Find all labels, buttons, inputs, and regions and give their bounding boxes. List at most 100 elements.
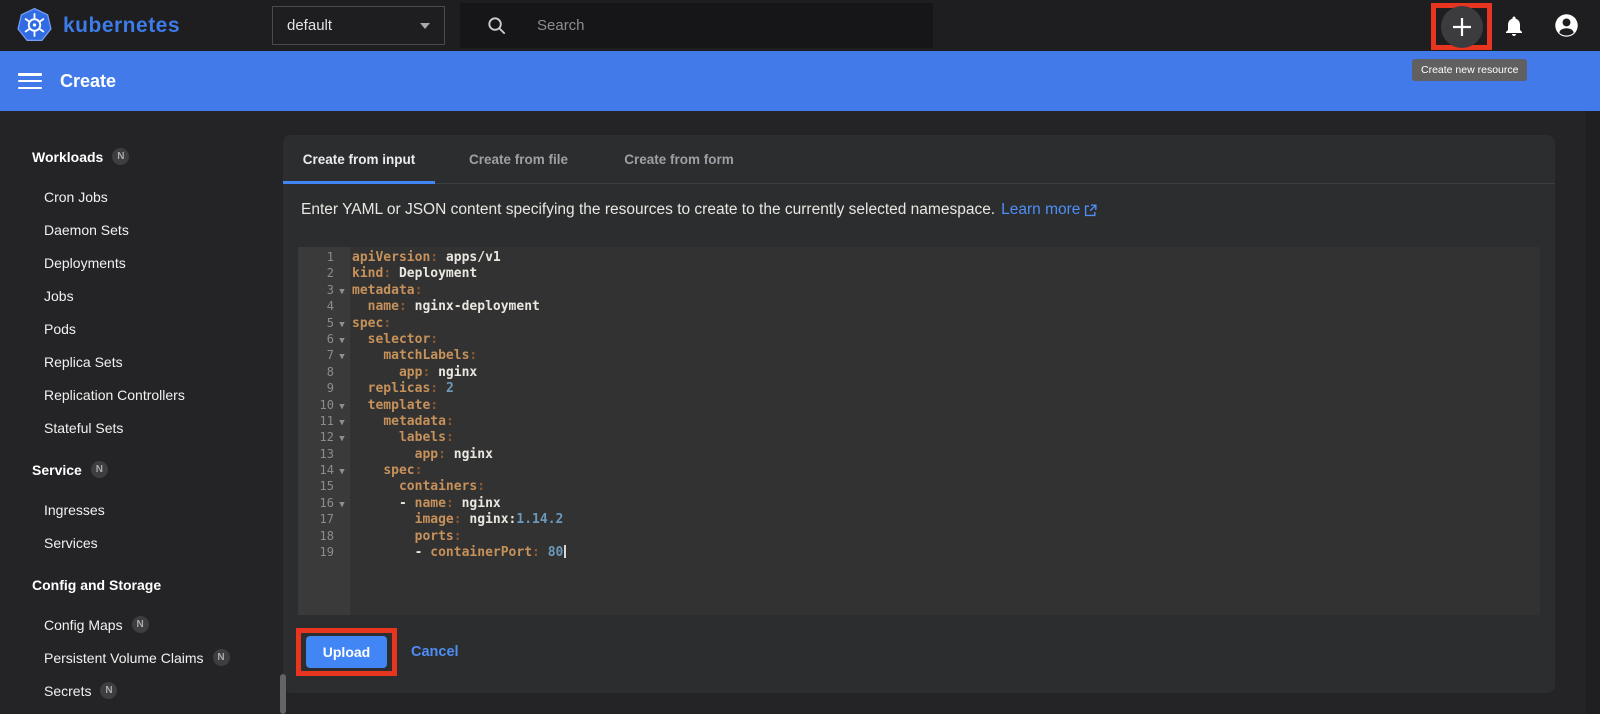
page-scrollbar-track[interactable] <box>1586 111 1600 714</box>
chevron-down-icon <box>420 22 430 29</box>
line-number: 14 <box>319 463 334 478</box>
namespaced-badge: N <box>90 461 108 478</box>
upload-button[interactable]: Upload <box>306 636 387 668</box>
namespaced-badge: N <box>212 649 230 666</box>
tab-create-from-input[interactable]: Create from input <box>283 135 435 184</box>
code-line: 16 ▼ - name: nginx <box>298 495 1540 511</box>
namespaced-badge: N <box>100 682 118 699</box>
namespaced-badge: N <box>112 148 130 165</box>
learn-more-label: Learn more <box>1001 201 1081 218</box>
action-bar: Create <box>0 51 1600 111</box>
sidebar-item-replica-sets[interactable]: Replica Sets <box>0 345 283 378</box>
line-number: 12 <box>319 430 334 445</box>
account-button[interactable] <box>1552 0 1580 51</box>
code-line: 5 ▼ spec: <box>298 315 1540 331</box>
code-line: 6 ▼ selector: <box>298 331 1540 347</box>
code-line: 12 ▼ labels: <box>298 429 1540 445</box>
search-placeholder: Search <box>537 17 585 34</box>
cancel-button[interactable]: Cancel <box>411 644 459 660</box>
code-line: 19 - containerPort: 80 <box>298 544 1540 560</box>
line-number: 5 <box>326 315 334 330</box>
tab-create-from-file[interactable]: Create from file <box>435 135 602 184</box>
sidebar-item-secrets[interactable]: Secrets N <box>0 674 283 707</box>
code-line: 4 name: nginx-deployment <box>298 298 1540 314</box>
form-actions: Upload Cancel <box>296 628 459 676</box>
line-number: 9 <box>326 381 334 396</box>
plus-icon <box>1452 17 1471 36</box>
sidebar-item-replication-controllers[interactable]: Replication Controllers <box>0 378 283 411</box>
kubernetes-logo-icon <box>17 7 52 42</box>
sidebar-item-ingresses[interactable]: Ingresses <box>0 493 283 526</box>
namespace-value: default <box>287 17 333 34</box>
page-title: Create <box>60 70 117 91</box>
code-line: 11 ▼ metadata: <box>298 413 1540 429</box>
code-line: 1 apiVersion: apps/v1 <box>298 249 1540 265</box>
search-icon <box>488 17 506 35</box>
namespace-selector[interactable]: default <box>272 6 445 45</box>
text-cursor <box>564 545 567 559</box>
account-circle-icon <box>1554 14 1578 37</box>
kubernetes-dashboard: kubernetes default Search Create new res… <box>0 0 1600 714</box>
yaml-editor[interactable]: 1 apiVersion: apps/v1 2 kind: Deployment 3 ▼ m… <box>298 247 1540 615</box>
line-number: 1 <box>326 250 334 264</box>
line-number: 19 <box>319 545 334 560</box>
line-number: 13 <box>319 446 334 461</box>
tab-create-from-form[interactable]: Create from form <box>602 135 756 184</box>
bell-icon <box>1506 16 1522 36</box>
code-line: 15 containers: <box>298 478 1540 494</box>
sidebar-item-daemon-sets[interactable]: Daemon Sets <box>0 213 283 246</box>
code-line: 9 replicas: 2 <box>298 380 1540 396</box>
code-line: 3 ▼ metadata: <box>298 282 1540 298</box>
search-input[interactable]: Search <box>460 3 933 48</box>
line-number: 10 <box>319 397 334 412</box>
code-line: 14 ▼ spec: <box>298 462 1540 478</box>
code-line: 17 image: nginx:1.14.2 <box>298 511 1540 527</box>
notifications-button[interactable] <box>1501 0 1527 51</box>
line-number: 15 <box>319 479 334 494</box>
sidebar-item-deployments[interactable]: Deployments <box>0 246 283 279</box>
create-panel: Create from input Create from file Create … <box>283 135 1555 693</box>
learn-more-link[interactable]: Learn more <box>1001 199 1097 221</box>
code-lines: 1 apiVersion: apps/v1 2 kind: Deployment 3 ▼ m… <box>298 247 1540 560</box>
description-row: Enter YAML or JSON content specifying th… <box>301 199 1097 221</box>
description-text: Enter YAML or JSON content specifying th… <box>301 201 996 218</box>
kubernetes-logo[interactable]: kubernetes <box>16 7 180 44</box>
app-title: kubernetes <box>63 13 181 37</box>
code-line: 13 app: nginx <box>298 446 1540 462</box>
sidebar-item-persistent-volume-claims[interactable]: Persistent Volume Claims N <box>0 641 283 674</box>
line-number: 18 <box>319 528 334 543</box>
sidebar-nav: Workloads N Cron Jobs Daemon Sets Deployment… <box>0 111 283 714</box>
line-number: 8 <box>326 364 334 379</box>
top-bar: kubernetes default Search <box>0 0 1600 51</box>
active-tab-indicator <box>283 181 435 184</box>
code-line: 10 ▼ template: <box>298 397 1540 413</box>
line-number: 17 <box>319 512 334 527</box>
code-line: 18 ports: <box>298 528 1540 544</box>
annotation-box-upload: Upload <box>296 628 397 676</box>
sidebar-item-cron-jobs[interactable]: Cron Jobs <box>0 180 283 213</box>
code-line: 8 app: nginx <box>298 364 1540 380</box>
sidebar-item-stateful-sets[interactable]: Stateful Sets <box>0 411 283 444</box>
annotation-box-create <box>1431 3 1492 50</box>
line-number: 2 <box>326 266 334 281</box>
sidebar-item-pods[interactable]: Pods <box>0 312 283 345</box>
external-link-icon <box>1085 204 1097 216</box>
line-number: 11 <box>319 413 334 428</box>
tooltip-create-new-resource: Create new resource <box>1412 59 1528 81</box>
sidebar-group-service[interactable]: Service N <box>0 453 283 486</box>
line-number: 6 <box>326 331 334 346</box>
sidebar-item-config-maps[interactable]: Config Maps N <box>0 608 283 641</box>
line-number: 16 <box>319 495 334 510</box>
code-line: 7 ▼ matchLabels: <box>298 347 1540 363</box>
namespaced-badge: N <box>131 616 149 633</box>
sidebar-group-workloads[interactable]: Workloads N <box>0 140 283 173</box>
line-number: 7 <box>326 348 334 363</box>
sidebar-scrollbar[interactable] <box>280 674 286 714</box>
sidebar-item-jobs[interactable]: Jobs <box>0 279 283 312</box>
line-number: 4 <box>326 299 334 314</box>
menu-icon[interactable] <box>18 73 42 89</box>
sidebar-item-services[interactable]: Services <box>0 526 283 559</box>
tab-bar: Create from input Create from file Create … <box>283 135 1555 184</box>
sidebar-group-config-and-storage[interactable]: Config and Storage <box>0 568 283 601</box>
create-new-resource-button[interactable] <box>1440 5 1483 48</box>
